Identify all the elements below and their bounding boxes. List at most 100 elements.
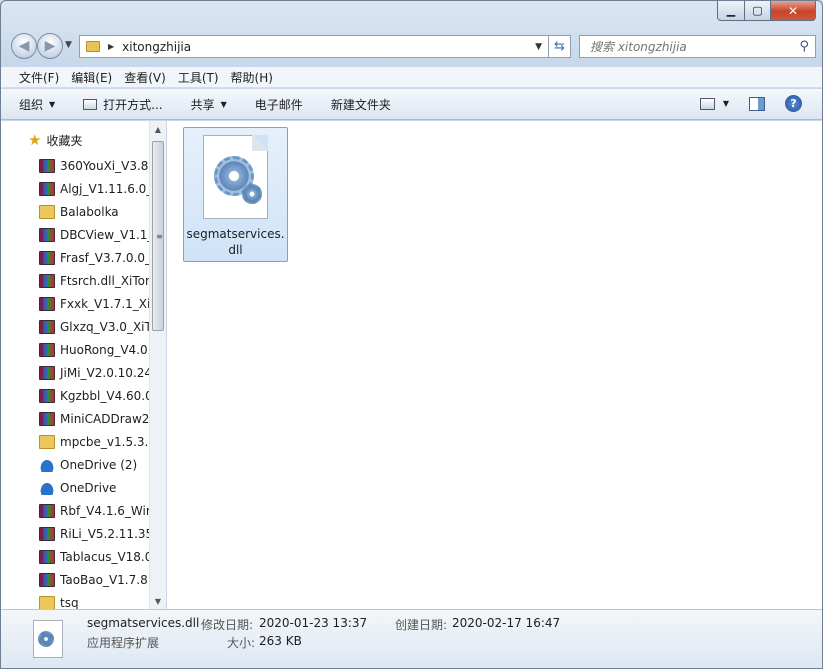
recent-pages-dropdown[interactable]: ▼ [65, 40, 72, 50]
email-button[interactable]: 电子邮件 [255, 96, 303, 113]
grip-icon: ≡ [156, 232, 163, 241]
menu-view[interactable]: 查看(V) [118, 67, 172, 88]
organize-label: 组织 [19, 97, 44, 112]
modified-value: 2020-01-23 13:37 [259, 616, 368, 630]
nav-item[interactable]: Balabolka [39, 201, 149, 223]
menu-help[interactable]: 帮助(H) [225, 67, 279, 88]
archive-icon [39, 389, 55, 403]
nav-item-label: MiniCADDraw20 [60, 412, 149, 426]
nav-item[interactable]: Ftsrch.dll_XiTon [39, 270, 149, 292]
preview-pane-icon[interactable] [749, 96, 765, 111]
command-bar: 组织 ▼ 打开方式... 共享 ▼ 电子邮件 新建文件夹 ▼ ? [1, 89, 822, 120]
nav-item-label: DBCView_V1.1_ [60, 228, 149, 242]
back-button[interactable]: ◀ [11, 33, 37, 59]
nav-item[interactable]: Kgzbbl_V4.60.0 [39, 385, 149, 407]
scroll-thumb[interactable]: ≡ [152, 141, 164, 331]
new-folder-button[interactable]: 新建文件夹 [331, 96, 391, 113]
nav-item[interactable]: Algj_V1.11.6.0_X [39, 178, 149, 200]
folder-icon [39, 205, 55, 219]
nav-item-label: 360YouXi_V3.8.7 [60, 159, 149, 173]
share-button[interactable]: 共享 ▼ [191, 96, 227, 113]
nav-item[interactable]: Fxxk_V1.7.1_XiT [39, 293, 149, 315]
search-input[interactable] [590, 39, 780, 54]
search-icon[interactable]: ⚲ [799, 39, 809, 54]
menu-bar: 文件(F) 编辑(E) 查看(V) 工具(T) 帮助(H) [1, 67, 822, 88]
help-icon[interactable]: ? [785, 95, 802, 112]
nav-item[interactable]: MiniCADDraw20 [39, 408, 149, 430]
file-name: segmatservices. dll [184, 226, 287, 258]
details-pane: segmatservices.dll 应用程序扩展 修改日期: 2020-01-… [1, 609, 822, 668]
minimize-button[interactable]: ▁ [717, 1, 745, 21]
folder-icon [86, 41, 100, 52]
refresh-icon: ⇆ [554, 39, 565, 54]
nav-item[interactable]: Rbf_V4.1.6_Win8 [39, 500, 149, 522]
cloud-icon [39, 458, 55, 472]
star-icon: ★ [28, 131, 42, 149]
nav-item-label: Frasf_V3.7.0.0_X [60, 251, 149, 265]
nav-item-label: Kgzbbl_V4.60.0 [60, 389, 149, 403]
details-filename: segmatservices.dll [87, 616, 200, 630]
nav-item-label: OneDrive (2) [60, 458, 138, 472]
nav-item-label: Rbf_V4.1.6_Win8 [60, 504, 149, 518]
folder-icon [39, 435, 55, 449]
change-view-icon[interactable] [699, 97, 715, 110]
menu-edit[interactable]: 编辑(E) [65, 67, 118, 88]
nav-item[interactable]: Frasf_V3.7.0.0_X [39, 247, 149, 269]
nav-item-label: OneDrive [60, 481, 117, 495]
archive-icon [39, 251, 55, 265]
file-list: segmatservices. dll [167, 121, 822, 609]
created-label: 创建日期: [395, 618, 448, 632]
nav-item-label: Balabolka [60, 205, 119, 219]
nav-item[interactable]: 360YouXi_V3.8.7 [39, 155, 149, 177]
nav-item[interactable]: Glxzq_V3.0_XiTo [39, 316, 149, 338]
nav-scrollbar[interactable]: ▲ ≡ ▼ [149, 121, 166, 609]
archive-icon [39, 573, 55, 587]
nav-item[interactable]: OneDrive (2) [39, 454, 149, 476]
nav-item[interactable]: TaoBao_V1.7.8. [39, 569, 149, 591]
menu-tools[interactable]: 工具(T) [172, 67, 225, 88]
nav-item[interactable]: mpcbe_v1.5.3.4 [39, 431, 149, 453]
size-label: 大小: [227, 636, 256, 650]
nav-item[interactable]: DBCView_V1.1_ [39, 224, 149, 246]
gear-small-icon [242, 184, 262, 204]
search-box[interactable]: ⚲ [579, 35, 816, 58]
nav-item[interactable]: RiLi_V5.2.11.354 [39, 523, 149, 545]
favorites-item[interactable]: ★ 收藏夹 [28, 131, 82, 149]
nav-item[interactable]: Tablacus_V18.0 [39, 546, 149, 568]
maximize-button[interactable]: ▢ [745, 1, 771, 21]
open-with-icon [83, 98, 98, 110]
nav-item[interactable]: JiMi_V2.0.10.24_ [39, 362, 149, 384]
created-value: 2020-02-17 16:47 [452, 616, 561, 630]
breadcrumb-arrow-icon[interactable]: ▶ [108, 42, 114, 51]
archive-icon [39, 320, 55, 334]
nav-item[interactable]: OneDrive [39, 477, 149, 499]
menu-file[interactable]: 文件(F) [13, 67, 65, 88]
nav-item-label: Ftsrch.dll_XiTon [60, 274, 149, 288]
nav-item-label: Algj_V1.11.6.0_X [60, 182, 149, 196]
file-item-selected[interactable]: segmatservices. dll [183, 127, 288, 262]
nav-item[interactable]: HuoRong_V4.0. [39, 339, 149, 361]
new-folder-label: 新建文件夹 [330, 97, 391, 112]
archive-icon [39, 412, 55, 426]
archive-icon [39, 274, 55, 288]
address-dropdown-icon[interactable]: ▼ [535, 42, 542, 52]
scroll-up-icon[interactable]: ▲ [150, 121, 166, 137]
forward-button[interactable]: ▶ [37, 33, 63, 59]
file-name-line1: segmatservices. [186, 227, 285, 241]
archive-icon [39, 504, 55, 518]
organize-button[interactable]: 组织 ▼ [19, 96, 55, 113]
archive-icon [39, 297, 55, 311]
address-path[interactable]: xitongzhijia [122, 40, 191, 54]
nav-item-label: Tablacus_V18.0 [60, 550, 149, 564]
refresh-button[interactable]: ⇆ [549, 35, 571, 58]
scroll-down-icon[interactable]: ▼ [150, 593, 166, 609]
email-label: 电子邮件 [254, 97, 303, 112]
open-with-button[interactable]: 打开方式... [83, 96, 163, 113]
address-row: ◀ ▶ ▼ ▶ xitongzhijia ▼ ⇆ ⚲ [9, 31, 816, 61]
archive-icon [39, 527, 55, 541]
address-bar[interactable]: ▶ xitongzhijia ▼ [79, 35, 549, 58]
archive-icon [39, 343, 55, 357]
close-button[interactable]: ✕ [771, 1, 816, 21]
view-options-dropdown-icon[interactable]: ▼ [723, 99, 729, 108]
share-label: 共享 [190, 97, 215, 112]
